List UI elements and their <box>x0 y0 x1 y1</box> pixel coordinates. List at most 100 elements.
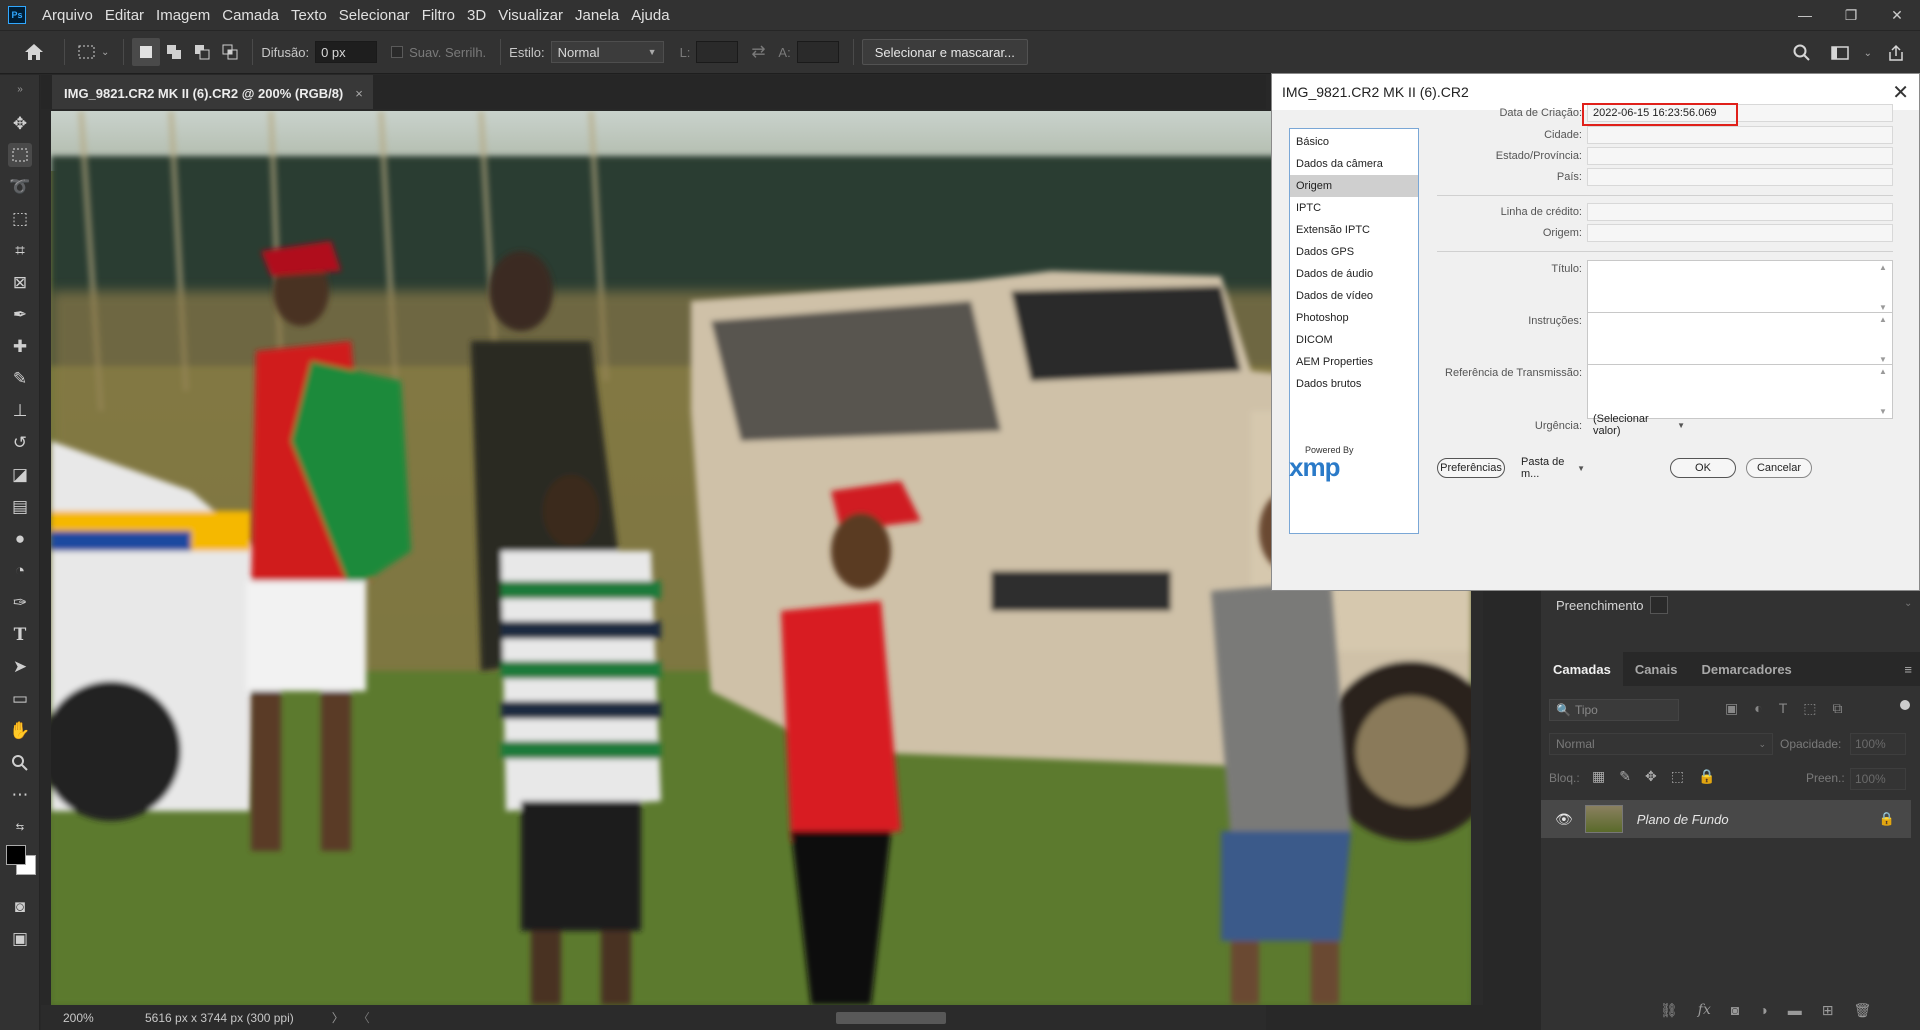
category-dados-camera[interactable]: Dados da câmera <box>1290 153 1418 175</box>
scroll-down-icon[interactable]: ▼ <box>1879 355 1889 364</box>
new-layer-icon[interactable]: ⊞ <box>1822 1002 1834 1019</box>
frame-tool-icon[interactable]: ⊠ <box>8 271 32 295</box>
blur-tool-icon[interactable]: ● <box>8 527 32 551</box>
close-window-button[interactable]: ✕ <box>1874 0 1920 30</box>
type-filter-icon[interactable]: T <box>1779 700 1788 717</box>
estado-input[interactable] <box>1587 147 1893 165</box>
filter-toggle-icon[interactable] <box>1900 700 1910 710</box>
path-selection-tool-icon[interactable]: ➤ <box>8 655 32 679</box>
category-iptc[interactable]: IPTC <box>1290 197 1418 219</box>
adjustment-layer-icon[interactable]: ◑ <box>1759 1002 1767 1019</box>
default-colors-icon[interactable]: ⇆ <box>8 815 32 839</box>
move-tool-icon[interactable]: ✥ <box>8 112 32 136</box>
referencia-textarea[interactable]: ▲ ▼ <box>1587 364 1893 419</box>
zoom-level[interactable]: 200% <box>63 1011 123 1025</box>
home-icon[interactable] <box>20 38 48 66</box>
hand-tool-icon[interactable]: ✋ <box>8 719 32 743</box>
fx-icon[interactable]: fx <box>1698 1002 1711 1019</box>
largura-input[interactable] <box>696 41 739 63</box>
share-icon[interactable] <box>1882 39 1910 67</box>
category-dicom[interactable]: DICOM <box>1290 329 1418 351</box>
horizontal-scrollbar-thumb[interactable] <box>836 1012 946 1024</box>
eye-visibility-icon[interactable]: 👁 <box>1555 811 1573 828</box>
difusao-input[interactable]: 0 px <box>315 41 378 63</box>
scroll-down-icon[interactable]: ▼ <box>1879 407 1889 416</box>
menu-visualizar[interactable]: Visualizar <box>492 7 569 24</box>
select-and-mask-button[interactable]: Selecionar e mascarar... <box>861 39 1028 65</box>
category-basico[interactable]: Básico <box>1290 131 1418 153</box>
urgencia-select[interactable]: (Selecionar valor) ▼ <box>1587 413 1691 437</box>
shape-filter-icon[interactable]: ⬚ <box>1803 700 1816 717</box>
foreground-color-swatch[interactable] <box>6 845 26 865</box>
rectangular-marquee-tool-icon[interactable] <box>8 143 32 167</box>
intersect-selection-icon[interactable] <box>216 38 244 66</box>
restore-button[interactable]: ❐ <box>1828 0 1874 30</box>
healing-brush-tool-icon[interactable]: ✚ <box>8 335 32 359</box>
lock-all-icon[interactable]: 🔒 <box>1698 768 1715 785</box>
folder-select[interactable]: Pasta de m... ▼ <box>1515 456 1591 480</box>
titulo-textarea[interactable]: ▲ ▼ <box>1587 260 1893 315</box>
menu-texto[interactable]: Texto <box>285 7 333 24</box>
category-extensao-iptc[interactable]: Extensão IPTC <box>1290 219 1418 241</box>
quick-mask-icon[interactable]: ◙ <box>8 895 32 919</box>
menu-filtro[interactable]: Filtro <box>416 7 461 24</box>
menu-imagem[interactable]: Imagem <box>150 7 216 24</box>
subtract-selection-icon[interactable] <box>188 38 216 66</box>
object-selection-tool-icon[interactable]: ⬚ <box>8 207 32 231</box>
scroll-up-icon[interactable]: ▲ <box>1879 367 1889 376</box>
cancel-button[interactable]: Cancelar <box>1746 458 1812 478</box>
lock-image-icon[interactable]: ✎ <box>1619 768 1631 785</box>
rect-marquee-preset-icon[interactable] <box>73 38 101 66</box>
brush-tool-icon[interactable]: ✎ <box>8 367 32 391</box>
image-filter-icon[interactable]: ▣ <box>1725 700 1738 717</box>
tab-canais[interactable]: Canais <box>1623 652 1690 686</box>
gradient-tool-icon[interactable]: ▤ <box>8 495 32 519</box>
document-tab[interactable]: IMG_9821.CR2 MK II (6).CR2 @ 200% (RGB/8… <box>52 75 373 109</box>
cidade-input[interactable] <box>1587 126 1893 144</box>
estilo-select[interactable]: Normal ▼ <box>550 41 664 63</box>
lock-position-icon[interactable]: ✥ <box>1645 768 1657 785</box>
add-selection-icon[interactable] <box>160 38 188 66</box>
lock-artboard-icon[interactable]: ⬚ <box>1671 768 1684 785</box>
panel-menu-icon[interactable]: ≡ <box>1904 662 1912 677</box>
menu-camada[interactable]: Camada <box>216 7 285 24</box>
tab-camadas[interactable]: Camadas <box>1541 652 1623 686</box>
layer-lock-icon[interactable]: 🔒 <box>1879 811 1895 827</box>
category-dados-brutos[interactable]: Dados brutos <box>1290 373 1418 395</box>
scroll-up-icon[interactable]: ▲ <box>1879 263 1889 272</box>
document-canvas[interactable] <box>51 111 1471 1005</box>
suav-serrilh-checkbox[interactable] <box>391 46 404 58</box>
smart-object-filter-icon[interactable]: ⧉ <box>1833 700 1843 717</box>
tab-demarcadores[interactable]: Demarcadores <box>1689 652 1803 686</box>
pen-tool-icon[interactable]: ✑ <box>8 591 32 615</box>
delete-layer-icon[interactable]: 🗑 <box>1854 1002 1872 1019</box>
new-selection-icon[interactable] <box>132 38 161 66</box>
linha-credito-input[interactable] <box>1587 203 1893 221</box>
ok-button[interactable]: OK <box>1670 458 1736 478</box>
link-layers-icon[interactable]: ⛓ <box>1660 1002 1678 1019</box>
preenchimento-swatch[interactable] <box>1650 596 1668 614</box>
opacity-input[interactable]: 100% <box>1850 733 1906 755</box>
layer-name[interactable]: Plano de Fundo <box>1637 812 1729 827</box>
zoom-tool-icon[interactable] <box>8 751 32 775</box>
category-dados-gps[interactable]: Dados GPS <box>1290 241 1418 263</box>
altura-input[interactable] <box>796 41 839 63</box>
chevron-down-icon[interactable]: ⌄ <box>101 47 109 58</box>
category-photoshop[interactable]: Photoshop <box>1290 307 1418 329</box>
scroll-up-icon[interactable]: ▲ <box>1879 315 1889 324</box>
dialog-close-button[interactable]: ✕ <box>1892 74 1909 110</box>
workspace-icon[interactable] <box>1826 39 1854 67</box>
blend-mode-select[interactable]: Normal ⌄ <box>1549 733 1773 755</box>
clone-stamp-tool-icon[interactable]: ⊥ <box>8 399 32 423</box>
menu-editar[interactable]: Editar <box>99 7 150 24</box>
crop-tool-icon[interactable]: ⌗ <box>8 239 32 263</box>
menu-arquivo[interactable]: Arquivo <box>36 7 99 24</box>
type-tool-icon[interactable]: T <box>8 623 32 647</box>
menu-selecionar[interactable]: Selecionar <box>333 7 416 24</box>
menu-janela[interactable]: Janela <box>569 7 625 24</box>
fill-input[interactable]: 100% <box>1850 768 1906 790</box>
category-origem[interactable]: Origem <box>1290 175 1418 197</box>
preferences-button[interactable]: Preferências <box>1437 458 1505 478</box>
search-icon[interactable] <box>1788 39 1816 67</box>
history-brush-tool-icon[interactable]: ↺ <box>8 431 32 455</box>
